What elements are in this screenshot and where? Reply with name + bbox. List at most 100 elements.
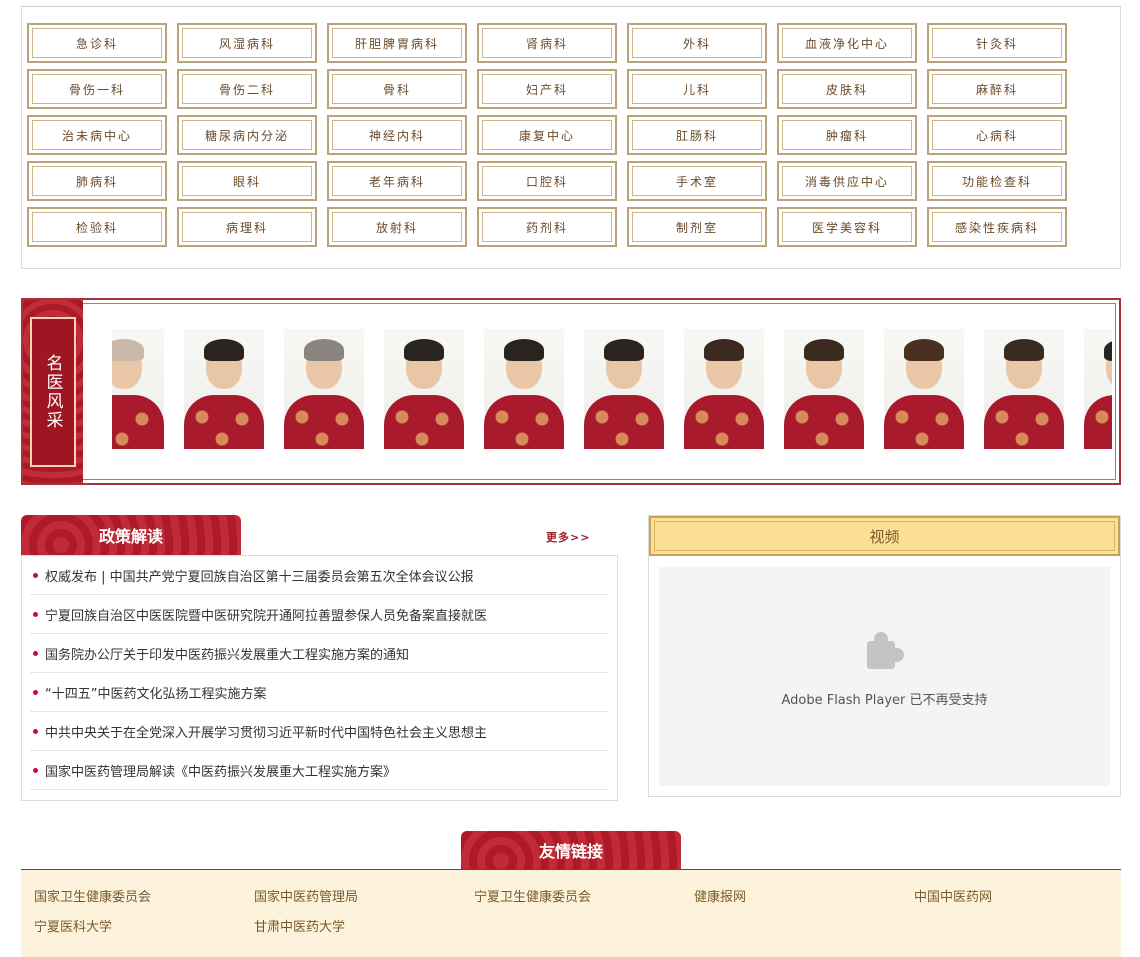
video-section: 视频 Adobe Flash Player 已不再受支持: [648, 515, 1121, 797]
department-button[interactable]: 肺病科: [27, 161, 167, 201]
department-button[interactable]: 骨伤一科: [27, 69, 167, 109]
policy-list-item[interactable]: 中共中央关于在全党深入开展学习贯彻习近平新时代中国特色社会主义思想主: [31, 712, 608, 751]
doctor-portrait[interactable]: [984, 329, 1064, 449]
department-button[interactable]: 风湿病科: [177, 23, 317, 63]
friendly-links-title: 友情链接: [461, 831, 681, 869]
department-button[interactable]: 药剂科: [477, 207, 617, 247]
department-button[interactable]: 医学美容科: [777, 207, 917, 247]
department-button[interactable]: 骨科: [327, 69, 467, 109]
doctor-portrait[interactable]: [384, 329, 464, 449]
department-button[interactable]: 急诊科: [27, 23, 167, 63]
friendly-link[interactable]: 国家卫生健康委员会: [34, 886, 151, 905]
department-label: 肾病科: [525, 36, 568, 51]
policy-item-title: 中共中央关于在全党深入开展学习贯彻习近平新时代中国特色社会主义思想主: [45, 725, 488, 741]
friendly-link[interactable]: 宁夏医科大学: [34, 916, 112, 935]
department-button[interactable]: 儿科: [627, 69, 767, 109]
friendly-link[interactable]: 中国中医药网: [914, 886, 992, 905]
puzzle-piece-icon: [863, 631, 907, 675]
department-button[interactable]: 皮肤科: [777, 69, 917, 109]
policy-list-item[interactable]: 权威发布 | 中国共产党宁夏回族自治区第十三届委员会第五次全体会议公报: [31, 556, 608, 595]
department-button[interactable]: 眼科: [177, 161, 317, 201]
bullet-icon: [33, 689, 38, 695]
department-button[interactable]: 妇产科: [477, 69, 617, 109]
department-button[interactable]: 骨伤二科: [177, 69, 317, 109]
department-button[interactable]: 感染性疾病科: [927, 207, 1067, 247]
department-label: 放射科: [375, 220, 418, 235]
friendly-link[interactable]: 甘肃中医药大学: [254, 916, 345, 935]
department-label: 肺病科: [75, 174, 118, 189]
department-button[interactable]: 老年病科: [327, 161, 467, 201]
policy-item-title: 国务院办公厅关于印发中医药振兴发展重大工程实施方案的通知: [45, 647, 410, 663]
department-button[interactable]: 功能检查科: [927, 161, 1067, 201]
department-label: 治未病中心: [61, 128, 132, 143]
policy-item-title: 宁夏回族自治区中医医院暨中医研究院开通阿拉善盟参保人员免备案直接就医: [45, 608, 488, 624]
department-button[interactable]: 制剂室: [627, 207, 767, 247]
famous-doctors-title: 名医风采: [30, 316, 76, 467]
flash-player-placeholder[interactable]: Adobe Flash Player 已不再受支持: [659, 567, 1110, 786]
department-label: 老年病科: [368, 174, 425, 189]
department-button[interactable]: 外科: [627, 23, 767, 63]
department-label: 妇产科: [525, 82, 568, 97]
department-button[interactable]: 手术室: [627, 161, 767, 201]
famous-doctors-section: 名医风采: [21, 298, 1121, 485]
department-label: 急诊科: [75, 36, 118, 51]
doctor-portrait[interactable]: [484, 329, 564, 449]
doctor-portrait[interactable]: [584, 329, 664, 449]
policy-list-item[interactable]: 宁夏回族自治区中医医院暨中医研究院开通阿拉善盟参保人员免备案直接就医: [31, 595, 608, 634]
department-button[interactable]: 治未病中心: [27, 115, 167, 155]
policy-list-item[interactable]: 国家中医药管理局解读《中医药振兴发展重大工程实施方案》: [31, 751, 608, 790]
policy-list-item[interactable]: “十四五”中医药文化弘扬工程实施方案: [31, 673, 608, 712]
department-label: 血液净化中心: [804, 36, 889, 51]
doctor-portrait[interactable]: [284, 329, 364, 449]
department-label: 口腔科: [525, 174, 568, 189]
doctor-portrait[interactable]: [784, 329, 864, 449]
friendly-link[interactable]: 健康报网: [694, 886, 746, 905]
department-button[interactable]: 麻醉科: [927, 69, 1067, 109]
famous-doctors-tag: 名医风采: [23, 300, 83, 483]
department-button[interactable]: 病理科: [177, 207, 317, 247]
video-title-text: 视频: [869, 527, 900, 546]
policy-more-link[interactable]: 更多>>: [546, 529, 590, 545]
department-button[interactable]: 消毒供应中心: [777, 161, 917, 201]
doctor-portrait[interactable]: [112, 329, 164, 449]
policy-item-title: 国家中医药管理局解读《中医药振兴发展重大工程实施方案》: [45, 764, 397, 780]
department-label: 儿科: [682, 82, 711, 97]
department-button[interactable]: 放射科: [327, 207, 467, 247]
departments-panel: 急诊科 风湿病科 肝胆脾胃病科 肾病科 外科 血液净化中心 针灸科骨伤一科 骨伤二科 骨科 妇产科…: [21, 6, 1121, 269]
department-label: 骨伤一科: [68, 82, 125, 97]
doctor-carousel[interactable]: [112, 329, 1112, 450]
doctor-portrait[interactable]: [1084, 329, 1112, 449]
department-button[interactable]: 口腔科: [477, 161, 617, 201]
policy-item-title: “十四五”中医药文化弘扬工程实施方案: [45, 686, 267, 702]
department-label: 康复中心: [518, 128, 575, 143]
department-button[interactable]: 肛肠科: [627, 115, 767, 155]
department-label: 眼科: [232, 174, 261, 189]
doctor-portrait[interactable]: [884, 329, 964, 449]
department-label: 神经内科: [368, 128, 425, 143]
department-button[interactable]: 检验科: [27, 207, 167, 247]
department-button[interactable]: 针灸科: [927, 23, 1067, 63]
friendly-link[interactable]: 宁夏卫生健康委员会: [474, 886, 591, 905]
department-button[interactable]: 神经内科: [327, 115, 467, 155]
department-button[interactable]: 糖尿病内分泌: [177, 115, 317, 155]
department-label: 肝胆脾胃病科: [354, 36, 439, 51]
department-label: 心病科: [975, 128, 1018, 143]
policy-section-title: 政策解读: [21, 515, 241, 555]
friendly-link[interactable]: 国家中医药管理局: [254, 886, 358, 905]
department-label: 糖尿病内分泌: [204, 128, 289, 143]
doctor-portrait[interactable]: [184, 329, 264, 449]
department-button[interactable]: 血液净化中心: [777, 23, 917, 63]
department-label: 病理科: [225, 220, 268, 235]
department-button[interactable]: 肝胆脾胃病科: [327, 23, 467, 63]
department-button[interactable]: 肾病科: [477, 23, 617, 63]
department-label: 检验科: [75, 220, 118, 235]
doctor-portrait[interactable]: [684, 329, 764, 449]
bullet-icon: [33, 650, 38, 656]
flash-unsupported-message: Adobe Flash Player 已不再受支持: [781, 693, 988, 708]
department-label: 消毒供应中心: [804, 174, 889, 189]
department-button[interactable]: 肿瘤科: [777, 115, 917, 155]
department-button[interactable]: 心病科: [927, 115, 1067, 155]
department-button[interactable]: 康复中心: [477, 115, 617, 155]
department-label: 麻醉科: [975, 82, 1018, 97]
policy-list-item[interactable]: 国务院办公厅关于印发中医药振兴发展重大工程实施方案的通知: [31, 634, 608, 673]
